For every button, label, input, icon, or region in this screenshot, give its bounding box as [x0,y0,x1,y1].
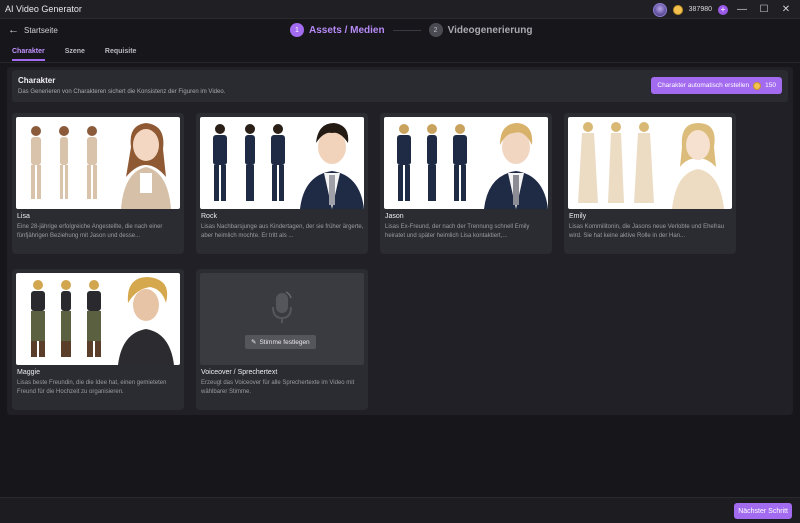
user-avatar[interactable] [652,2,667,17]
edit-voice-icon: ✎ [251,339,257,346]
add-credits-button[interactable]: + [718,4,728,15]
character-name: Lisa [17,213,30,220]
character-description: Eine 28-jährige erfolgreiche Angestellte… [17,224,163,239]
character-description: Lisas beste Freundin, die die Idee hat, … [17,380,167,395]
tab-charakter[interactable]: Charakter [12,48,45,61]
step-connector [392,29,421,31]
step-1-number[interactable]: 1 [290,23,304,37]
voiceover-title: Voiceover / Sprechertext [201,369,278,376]
set-voice-label: Stimme festlegen [259,338,310,346]
arrow-left-icon: ← [8,24,19,36]
minimize-button[interactable]: — [734,2,750,17]
step-1-label[interactable]: Assets / Medien [309,25,385,36]
section-subtitle: Das Generieren von Charakteren sichert d… [18,89,226,95]
character-image-lisa [16,117,180,209]
auto-create-cost: 150 [765,82,776,89]
character-image-jason [384,117,548,209]
character-card-maggie[interactable]: Maggie Lisas beste Freundin, die die Ide… [12,269,184,410]
back-button[interactable]: ← Startseite [8,25,58,36]
app-title: AI Video Generator [5,4,82,14]
footer-bar: Nächster Schritt [0,497,800,523]
title-bar: AI Video Generator 387980 + — ☐ ✕ [0,0,800,19]
character-panel: Charakter Das Generieren von Charakteren… [7,67,793,415]
maximize-button[interactable]: ☐ [756,2,772,17]
character-name: Jason [385,213,404,220]
auto-create-label: Charakter automatisch erstellen [657,82,750,89]
next-step-button[interactable]: Nächster Schritt [734,503,792,519]
character-card-emily[interactable]: Emily Lisas Kommilitonin, die Jasons neu… [564,113,736,254]
title-bar-controls: 387980 + — ☐ ✕ [652,2,794,17]
step-2-label[interactable]: Videogenerierung [448,25,533,36]
character-image-emily [568,117,732,209]
voiceover-card[interactable]: ✎ Stimme festlegen Voiceover / Sprechert… [196,269,368,410]
tab-requisite[interactable]: Requisite [105,48,137,61]
character-name: Rock [201,213,217,220]
character-card-rock[interactable]: Rock Lisas Nachbarsjunge aus Kindertagen… [196,113,368,254]
asset-tabs: Charakter Szene Requisite [12,48,136,61]
page-header: ← Startseite 1 Assets / Medien 2 Videoge… [0,19,800,45]
character-name: Maggie [17,369,40,376]
close-button[interactable]: ✕ [778,2,794,17]
character-description: Lisas Ex-Freund, der nach der Trennung s… [385,224,530,239]
character-card-jason[interactable]: Jason Lisas Ex-Freund, der nach der Tren… [380,113,552,254]
character-image-rock [200,117,364,209]
back-label: Startseite [24,26,58,35]
auto-create-character-button[interactable]: Charakter automatisch erstellen 150 [651,77,782,94]
character-name: Emily [569,213,587,220]
character-card-lisa[interactable]: Lisa Eine 28-jährige erfolgreiche Angest… [12,113,184,254]
coin-icon [672,4,683,15]
tab-szene[interactable]: Szene [65,48,85,61]
character-section-header: Charakter Das Generieren von Charakteren… [12,70,788,102]
microphone-icon [272,291,292,323]
section-title: Charakter [18,76,56,85]
step-2-number[interactable]: 2 [428,23,443,37]
character-description: Lisas Kommilitonin, die Jasons neue Verl… [569,224,725,239]
credit-balance: 387980 [688,6,712,13]
character-description: Lisas Nachbarsjunge aus Kindertagen, der… [201,224,364,239]
voiceover-preview: ✎ Stimme festlegen [200,273,364,365]
stepper: 1 Assets / Medien 2 Videogenerierung [290,23,532,37]
character-image-maggie [16,273,180,365]
coin-icon [753,81,762,90]
voiceover-description: Erzeugt das Voiceover für alle Sprechert… [201,380,355,395]
tabs-divider [0,62,800,63]
set-voice-button[interactable]: ✎ Stimme festlegen [245,335,316,349]
